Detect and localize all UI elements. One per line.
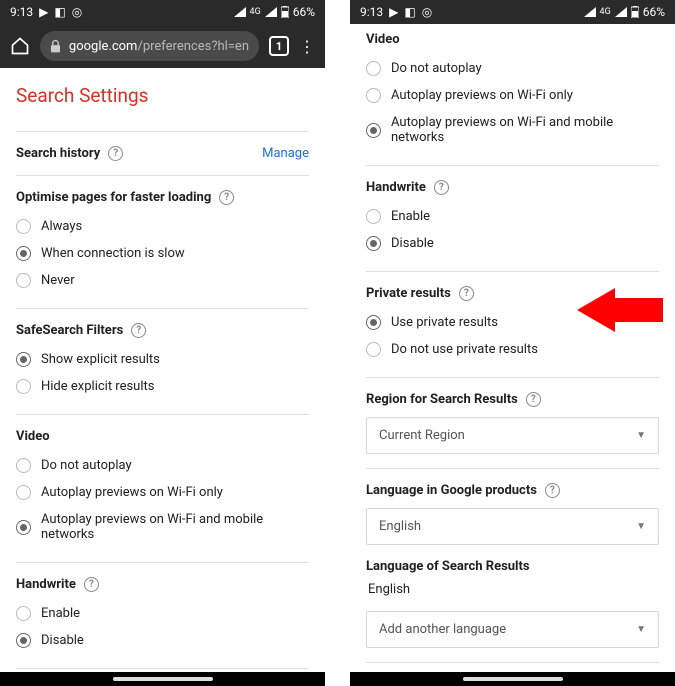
home-icon[interactable] (10, 36, 30, 56)
help-icon[interactable]: ? (545, 483, 560, 498)
nav-bar (350, 672, 675, 686)
screen-right: 9:13 ▶ ◧ ◎ 4G 66% Video Do not autoplay … (350, 0, 675, 686)
status-bar: 9:13 ▶ ◧ ◎ 4G 66% (350, 0, 675, 24)
lang-products-value: English (379, 519, 421, 534)
switch-icon: ◧ (54, 5, 65, 19)
optimise-label: Optimise pages for faster loading (16, 190, 211, 205)
handwrite-label: Handwrite (16, 577, 76, 592)
help-icon[interactable]: ? (131, 323, 146, 338)
radio-wifi-mobile[interactable]: Autoplay previews on Wi-Fi and mobile ne… (366, 109, 659, 151)
signal-icon-2 (615, 7, 627, 17)
signal-icon-2 (265, 7, 277, 17)
nav-pill[interactable] (113, 677, 213, 681)
radio-always[interactable]: Always (16, 213, 309, 240)
private-label: Private results (366, 286, 451, 301)
signal-icon-1 (584, 7, 596, 17)
safesearch-label: SafeSearch Filters (16, 323, 123, 338)
lang-results-value: English (366, 574, 659, 601)
help-icon[interactable]: ? (219, 190, 234, 205)
browser-bar: google.com/preferences?hl=en 1 ⋮ (0, 24, 325, 68)
radio-hide-explicit[interactable]: Hide explicit results (16, 373, 309, 400)
chevron-down-icon: ▼ (636, 624, 646, 635)
instagram-icon: ◎ (72, 5, 82, 19)
tabs-button[interactable]: 1 (269, 36, 289, 56)
youtube-icon: ▶ (389, 5, 398, 19)
help-icon[interactable]: ? (84, 577, 99, 592)
help-icon[interactable]: ? (108, 146, 123, 161)
lang-products-dropdown[interactable]: English ▼ (366, 508, 659, 545)
help-icon[interactable]: ? (526, 392, 541, 407)
network-type: 4G (600, 7, 611, 17)
radio-slow[interactable]: When connection is slow (16, 240, 309, 267)
network-type: 4G (250, 7, 261, 17)
youtube-icon: ▶ (39, 5, 48, 19)
radio-wifi-only[interactable]: Autoplay previews on Wi-Fi only (16, 479, 309, 506)
battery-icon (631, 6, 639, 18)
radio-disable[interactable]: Disable (16, 627, 309, 654)
switch-icon: ◧ (404, 5, 415, 19)
search-history-label: Search history (16, 146, 100, 161)
battery-percent: 66% (293, 5, 315, 19)
menu-dots-icon[interactable]: ⋮ (299, 37, 315, 56)
radio-wifi-only[interactable]: Autoplay previews on Wi-Fi only (366, 82, 659, 109)
radio-show-explicit[interactable]: Show explicit results (16, 346, 309, 373)
help-icon[interactable]: ? (459, 286, 474, 301)
radio-wifi-mobile[interactable]: Autoplay previews on Wi-Fi and mobile ne… (16, 506, 309, 548)
radio-never[interactable]: Never (16, 267, 309, 294)
status-bar: 9:13 ▶ ◧ ◎ 4G 66% (0, 0, 325, 24)
add-language-dropdown[interactable]: Add another language ▼ (366, 611, 659, 648)
chevron-down-icon: ▼ (636, 430, 646, 441)
page-title: Search Settings (16, 84, 309, 107)
video-label: Video (366, 32, 400, 47)
signal-icon-1 (234, 7, 246, 17)
instagram-icon: ◎ (422, 5, 432, 19)
add-language-text: Add another language (379, 622, 506, 637)
status-time: 9:13 (10, 5, 33, 19)
region-dropdown[interactable]: Current Region ▼ (366, 417, 659, 454)
screen-left: 9:13 ▶ ◧ ◎ 4G 66% google.com/preferences… (0, 0, 325, 686)
lang-results-label: Language of Search Results (366, 559, 530, 574)
chevron-down-icon: ▼ (636, 521, 646, 532)
radio-no-private[interactable]: Do not use private results (366, 336, 659, 363)
nav-bar (0, 672, 325, 686)
url-path: /preferences?hl=en (137, 39, 249, 54)
radio-no-autoplay[interactable]: Do not autoplay (16, 452, 309, 479)
status-time: 9:13 (360, 5, 383, 19)
video-label: Video (16, 429, 50, 444)
nav-pill[interactable] (463, 677, 563, 681)
radio-no-autoplay[interactable]: Do not autoplay (366, 55, 659, 82)
region-value: Current Region (379, 428, 465, 443)
url-host: google.com (69, 39, 138, 54)
radio-enable[interactable]: Enable (366, 203, 659, 230)
manage-link[interactable]: Manage (262, 146, 309, 161)
lock-icon (50, 39, 61, 53)
handwrite-label: Handwrite (366, 180, 426, 195)
url-bar[interactable]: google.com/preferences?hl=en (40, 31, 259, 61)
lang-products-label: Language in Google products (366, 483, 537, 498)
radio-disable[interactable]: Disable (366, 230, 659, 257)
region-label: Region for Search Results (366, 392, 518, 407)
battery-icon (281, 6, 289, 18)
battery-percent: 66% (643, 5, 665, 19)
help-icon[interactable]: ? (434, 180, 449, 195)
radio-enable[interactable]: Enable (16, 600, 309, 627)
radio-use-private[interactable]: Use private results (366, 309, 659, 336)
